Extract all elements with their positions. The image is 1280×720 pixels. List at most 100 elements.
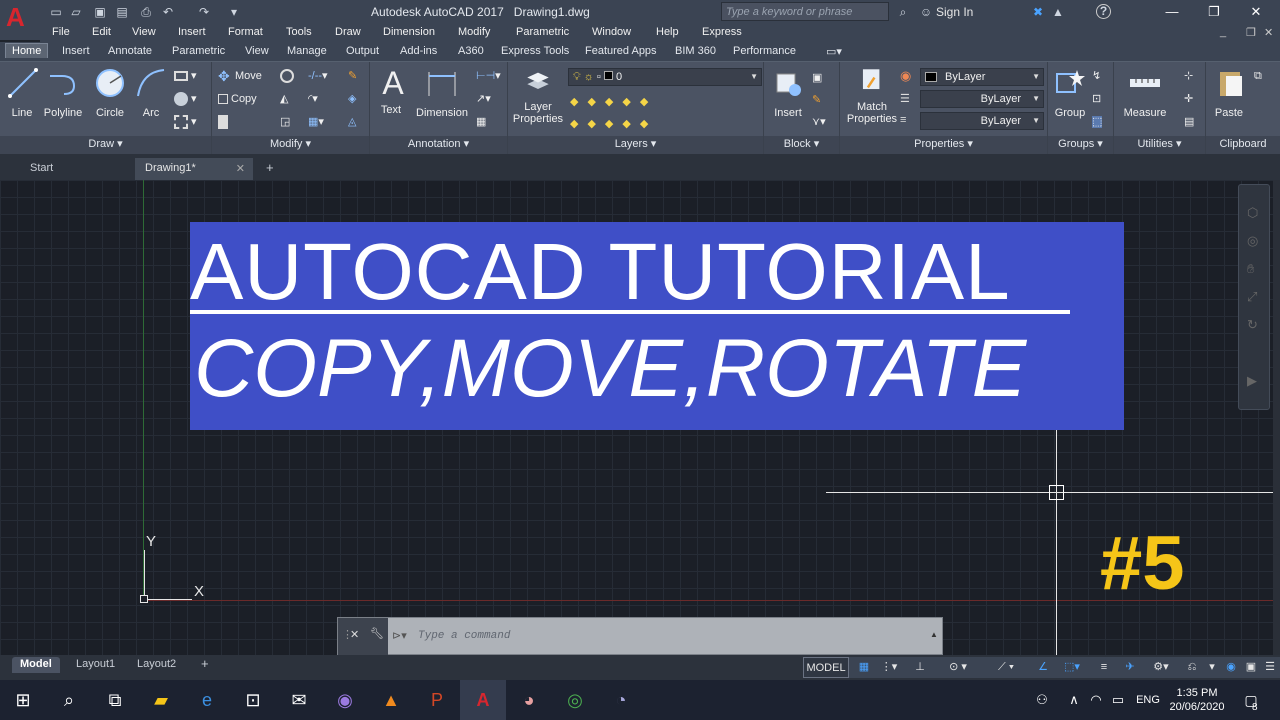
linear-dim-tool[interactable]: ⊢⊣▾ [476, 66, 501, 86]
menu-draw[interactable]: Draw [335, 26, 361, 38]
trim-button[interactable]: -/--▾ [308, 66, 328, 86]
paint-icon[interactable]: ◕ [506, 680, 552, 720]
id-point-tool[interactable]: ✛ [1184, 89, 1193, 109]
doc-close-icon[interactable]: ✕ [1264, 26, 1273, 39]
tab-add-ins[interactable]: Add-ins [400, 45, 437, 57]
layer-properties-button[interactable]: Layer Properties [512, 66, 564, 125]
quick-calc-tool[interactable]: ⊹ [1184, 66, 1193, 86]
mirror-button[interactable]: ◭ [280, 89, 288, 109]
line-button[interactable]: Line [6, 66, 38, 119]
doc-minimize-icon[interactable]: _ [1220, 26, 1226, 38]
exchange-icon[interactable]: ✖ [1030, 4, 1046, 20]
isolate-objects-icon[interactable]: ◉ [1221, 657, 1241, 678]
plot-icon[interactable]: ⎙ [138, 4, 154, 20]
modify-panel-title[interactable]: Modify ▾ [212, 136, 369, 154]
task-view-icon[interactable]: ⧉ [92, 680, 138, 720]
application-menu-button[interactable]: A [0, 0, 40, 40]
minimize-icon[interactable]: — [1152, 2, 1192, 22]
command-input[interactable]: Type a command [418, 630, 510, 642]
viewcube-icon[interactable]: ⬡ [1247, 205, 1258, 221]
menu-insert[interactable]: Insert [178, 26, 206, 38]
polar-tracking-icon[interactable]: ⊙ ▾ [935, 657, 981, 678]
edge-icon[interactable]: e [184, 680, 230, 720]
workspace-icon[interactable]: ⚙︎▾ [1145, 657, 1177, 678]
redo-icon[interactable]: ↷ [196, 4, 212, 20]
save-as-icon[interactable]: ▤ [114, 4, 130, 20]
lineweight-toggle-icon[interactable]: ≡ [1093, 657, 1115, 678]
annotation-panel-title[interactable]: Annotation ▾ [370, 136, 507, 154]
clean-screen-icon[interactable]: ▣ [1241, 657, 1261, 678]
hatch-tool[interactable]: ▾ [174, 89, 197, 109]
windows-start-icon[interactable]: ⊞ [0, 680, 46, 720]
tab-performance[interactable]: Performance [733, 45, 796, 57]
dimension-button[interactable]: Dimension [412, 66, 472, 119]
properties-panel-title[interactable]: Properties ▾ [840, 136, 1047, 154]
mail-icon[interactable]: ✉ [276, 680, 322, 720]
ortho-icon[interactable]: ⊥ [907, 657, 933, 678]
fillet-button[interactable]: ◜▾ [308, 89, 318, 109]
group-button[interactable]: Group [1052, 66, 1088, 119]
utilities-panel-title[interactable]: Utilities ▾ [1114, 136, 1205, 154]
showmotion-icon[interactable]: ▶ [1247, 373, 1257, 389]
menu-express[interactable]: Express [702, 26, 742, 38]
close-command-icon[interactable]: ✕ [350, 628, 359, 641]
lineweight-dropdown[interactable]: ByLayer ▼ [920, 112, 1044, 130]
tab-manage[interactable]: Manage [287, 45, 327, 57]
vlc-icon[interactable]: ▲ [368, 680, 414, 720]
annotation-scale-icon[interactable]: ⬚▾ [1057, 657, 1087, 678]
ungroup-tool[interactable]: ↯ [1092, 66, 1101, 86]
units-icon[interactable]: ▾ [1203, 657, 1221, 678]
zoom-extents-icon[interactable]: ⤢ [1247, 289, 1257, 305]
file-explorer-icon[interactable]: ▰ [138, 680, 184, 720]
attributes-tool[interactable]: ⋎▾ [812, 112, 826, 132]
create-block-tool[interactable]: ▣ [812, 68, 822, 88]
command-history-icon[interactable]: ▲ [930, 630, 938, 639]
tab-view[interactable]: View [245, 45, 269, 57]
store-icon[interactable]: ⊡ [230, 680, 276, 720]
block-panel-title[interactable]: Block ▾ [764, 136, 839, 154]
a360-icon[interactable]: ▲ [1050, 4, 1066, 20]
rectangle-tool[interactable]: ▾ [174, 66, 197, 86]
copy-clip-tool[interactable]: ⧉ [1254, 66, 1262, 86]
rotate-button[interactable] [280, 66, 297, 86]
search-icon[interactable]: ⌕ [46, 680, 92, 720]
explode-button[interactable]: ◈ [348, 89, 356, 109]
match-properties-button[interactable]: Match Properties [844, 66, 900, 125]
paint-3d-icon[interactable]: ◔ [598, 680, 644, 720]
network-icon[interactable]: ◠ [1086, 680, 1106, 720]
menu-modify[interactable]: Modify [458, 26, 490, 38]
group-select-tool[interactable]: ⬚ [1092, 112, 1103, 132]
powerpoint-icon[interactable]: P [414, 680, 460, 720]
qat-menu-icon[interactable]: ▾ [226, 4, 242, 20]
draw-panel-title[interactable]: Draw ▾ [0, 136, 211, 154]
clock[interactable]: 1:35 PM 20/06/2020 [1166, 686, 1228, 714]
maximize-icon[interactable]: ❐ [1194, 2, 1234, 22]
close-tab-icon[interactable]: ✕ [236, 162, 245, 175]
media-icon[interactable]: ◉ [322, 680, 368, 720]
circle-button[interactable]: Circle [90, 66, 130, 119]
add-layout-icon[interactable]: + [193, 655, 217, 671]
doc-restore-icon[interactable]: ❐ [1246, 26, 1256, 39]
search-input[interactable]: Type a keyword or phrase [721, 2, 889, 21]
notification-icon[interactable]: ▢ [1236, 680, 1266, 720]
people-icon[interactable]: ⚇ [1030, 680, 1054, 720]
layer-tools-row-2[interactable]: ◆◆◆◆◆ [570, 114, 657, 134]
isodraft-icon[interactable]: ∠ [1031, 657, 1055, 678]
menu-window[interactable]: Window [592, 26, 631, 38]
autocad-taskbar-icon[interactable]: A [460, 680, 506, 720]
measure-button[interactable]: Measure [1120, 66, 1170, 119]
tab-parametric[interactable]: Parametric [172, 45, 225, 57]
orbit-icon[interactable]: ↻ [1247, 317, 1258, 333]
menu-format[interactable]: Format [228, 26, 263, 38]
boundary-tool[interactable]: ▾ [174, 112, 197, 132]
undo-icon[interactable]: ↶ [160, 4, 176, 20]
copy-button[interactable]: Copy [218, 89, 257, 109]
insert-block-button[interactable]: Insert [768, 66, 808, 119]
paste-button[interactable]: Paste [1214, 66, 1244, 119]
annotation-monitor-icon[interactable]: ⎌ [1181, 657, 1203, 678]
erase-button[interactable]: ✎ [348, 66, 357, 86]
scale-button[interactable]: ◲ [280, 112, 290, 132]
tab-featured-apps[interactable]: Featured Apps [585, 45, 657, 57]
new-tab-icon[interactable]: + [256, 158, 284, 180]
sign-in-button[interactable]: Sign In [936, 5, 973, 19]
